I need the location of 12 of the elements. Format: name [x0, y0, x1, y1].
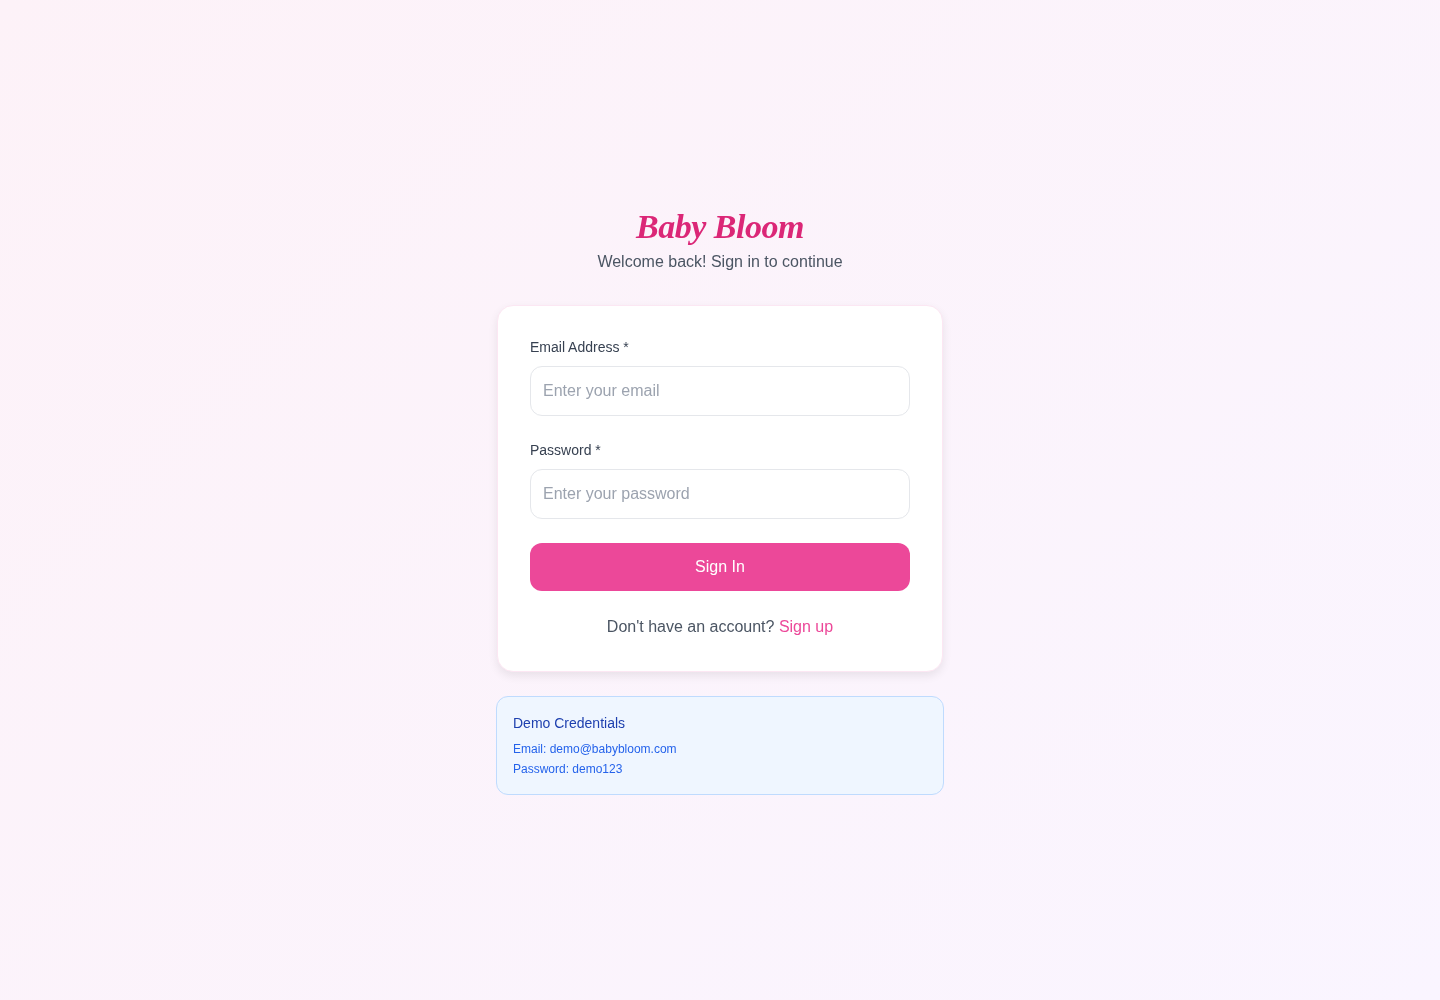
input-field[interactable]: Enter your email: [530, 366, 910, 416]
brand-logo: Baby Bloom: [636, 207, 804, 247]
signup-prompt: Don't have an account? Sign up: [605, 617, 835, 637]
sign-in-button[interactable]: Sign In: [530, 543, 910, 591]
sign-up-link[interactable]: Sign up: [778, 618, 834, 635]
demo-credentials-title: Demo Credentials: [513, 714, 627, 733]
welcome-subtitle: Welcome back! Sign in to continue: [597, 252, 843, 272]
input-field[interactable]: Enter your password: [530, 469, 910, 519]
field-label: Password *: [530, 441, 602, 460]
field-label: Email Address *: [530, 338, 630, 357]
demo-credential-line: Password: demo123: [513, 761, 624, 778]
demo-credential-line: Email: demo@babybloom.com: [513, 741, 678, 758]
